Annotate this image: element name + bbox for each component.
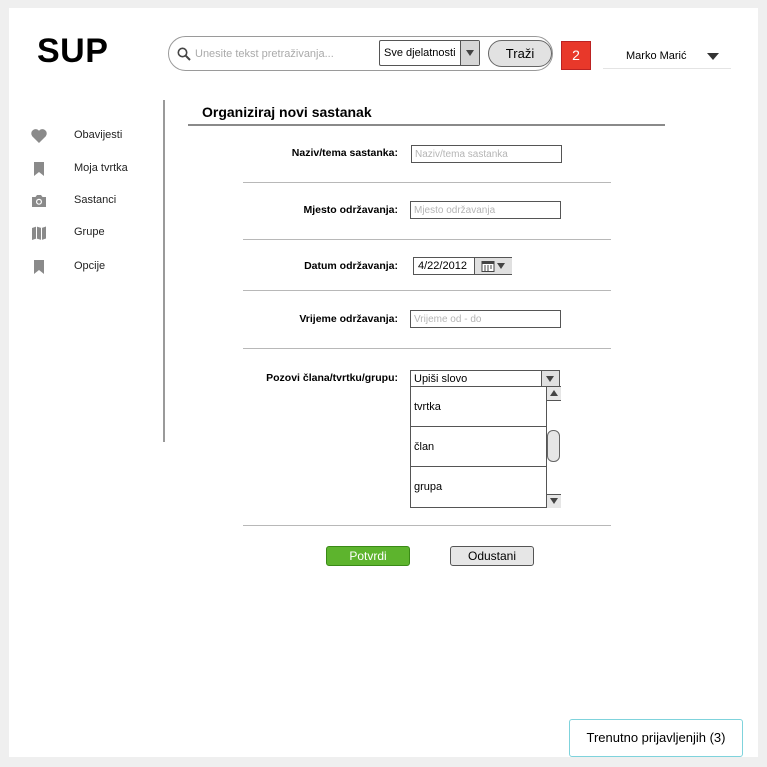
bookmark-icon bbox=[34, 162, 44, 176]
sidebar-divider bbox=[163, 100, 165, 442]
divider bbox=[243, 348, 611, 349]
divider bbox=[243, 239, 611, 240]
sidebar-item-label: Opcije bbox=[74, 260, 106, 272]
sidebar-item-label: Moja tvrtka bbox=[74, 162, 128, 174]
scope-select-value: Sve djelatnosti bbox=[384, 47, 456, 59]
scope-dropdown-button[interactable] bbox=[460, 41, 479, 65]
chevron-down-icon[interactable] bbox=[707, 53, 719, 60]
notification-badge[interactable]: 2 bbox=[561, 41, 591, 70]
topic-label: Naziv/tema sastanka: bbox=[291, 147, 398, 159]
list-item-label: grupa bbox=[414, 481, 443, 493]
sidebar-item-label: Grupe bbox=[74, 226, 105, 238]
search-button[interactable]: Traži bbox=[488, 40, 552, 67]
sidebar-item-sastanci[interactable]: Sastanci bbox=[29, 191, 149, 211]
scrollbar[interactable] bbox=[546, 387, 561, 508]
cancel-button[interactable]: Odustani bbox=[450, 546, 534, 566]
title-divider bbox=[188, 124, 665, 126]
date-picker[interactable]: 4/22/2012 bbox=[413, 257, 512, 275]
list-item[interactable]: član bbox=[411, 427, 546, 467]
camera-icon bbox=[32, 195, 46, 207]
list-item[interactable]: grupa bbox=[411, 467, 546, 507]
scroll-down-button[interactable] bbox=[547, 494, 561, 508]
calendar-button[interactable] bbox=[474, 258, 512, 274]
date-value: 4/22/2012 bbox=[418, 260, 467, 272]
list-item[interactable]: tvrtka bbox=[411, 387, 546, 427]
list-item-label: tvrtka bbox=[414, 401, 441, 413]
divider bbox=[243, 290, 611, 291]
confirm-button[interactable]: Potvrdi bbox=[326, 546, 410, 566]
app-logo[interactable]: SUP bbox=[37, 32, 108, 71]
user-menu[interactable]: Marko Marić bbox=[603, 43, 731, 69]
sidebar-item-label: Obavijesti bbox=[74, 129, 123, 141]
map-icon bbox=[32, 226, 46, 240]
sidebar-item-obavijesti[interactable]: Obavijesti bbox=[29, 126, 149, 146]
invite-combobox-value: Upiši slovo bbox=[414, 373, 468, 385]
chevron-down-icon bbox=[466, 50, 474, 56]
scrollbar-thumb[interactable] bbox=[547, 430, 560, 462]
bookmark-icon bbox=[34, 260, 44, 274]
date-label: Datum održavanja: bbox=[304, 260, 398, 272]
place-input[interactable] bbox=[410, 201, 561, 219]
invite-combobox[interactable]: Upiši slovo bbox=[410, 370, 560, 387]
sidebar-item-grupe[interactable]: Grupe bbox=[29, 223, 149, 243]
place-label: Mjesto održavanja: bbox=[303, 204, 398, 216]
divider bbox=[243, 182, 611, 183]
invite-options-list[interactable]: tvrtka član grupa bbox=[410, 386, 561, 508]
heart-icon bbox=[31, 129, 47, 143]
scroll-up-button[interactable] bbox=[547, 387, 561, 401]
sidebar-item-moja-tvrtka[interactable]: Moja tvrtka bbox=[29, 159, 149, 179]
divider bbox=[243, 525, 611, 526]
online-users-button[interactable]: Trenutno prijavljenjih (3) bbox=[569, 719, 743, 757]
page-title: Organiziraj novi sastanak bbox=[202, 104, 372, 120]
chevron-up-icon bbox=[550, 390, 558, 396]
list-item-label: član bbox=[414, 441, 435, 453]
sidebar-item-label: Sastanci bbox=[74, 194, 117, 206]
calendar-icon bbox=[481, 261, 495, 272]
sidebar-item-opcije[interactable]: Opcije bbox=[29, 257, 149, 277]
combobox-dropdown-button[interactable] bbox=[541, 371, 559, 386]
chevron-down-icon bbox=[550, 498, 558, 504]
search-bar: Sve djelatnosti Traži bbox=[168, 36, 553, 71]
page: SUP Sve djelatnosti Traži 2 Marko Marić … bbox=[9, 8, 758, 757]
chevron-down-icon bbox=[546, 376, 554, 382]
topic-input[interactable] bbox=[411, 145, 562, 163]
time-input[interactable] bbox=[410, 310, 561, 328]
time-label: Vrijeme održavanja: bbox=[299, 313, 398, 325]
search-icon[interactable] bbox=[177, 47, 191, 61]
chevron-down-icon bbox=[497, 263, 505, 269]
user-name: Marko Marić bbox=[626, 50, 687, 62]
search-input[interactable] bbox=[195, 45, 375, 63]
invite-label: Pozovi člana/tvrtku/grupu: bbox=[266, 372, 398, 384]
scope-select[interactable]: Sve djelatnosti bbox=[379, 40, 480, 66]
